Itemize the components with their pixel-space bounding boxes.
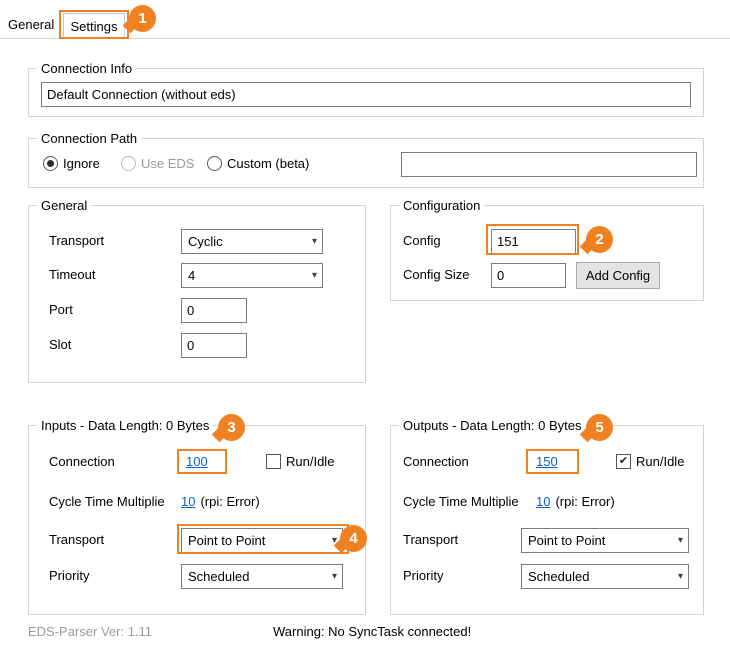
inputs-priority-select[interactable]: Scheduled ▾ [181,564,343,589]
synctask-warning: Warning: No SyncTask connected! [273,624,471,639]
timeout-select[interactable]: 4 ▾ [181,263,323,288]
outputs-transport-select[interactable]: Point to Point ▾ [521,528,689,553]
chevron-down-icon: ▾ [678,571,683,582]
radio-unselected-icon [207,156,222,171]
outputs-priority-value: Scheduled [528,569,589,584]
outputs-run-idle-label: Run/Idle [636,454,684,469]
outputs-group: Outputs - Data Length: 0 Bytes Connectio… [390,425,704,615]
outputs-connection-label: Connection [403,454,469,470]
tab-strip: General Settings [0,0,730,39]
chevron-down-icon: ▾ [678,535,683,546]
outputs-ctm-label: Cycle Time Multiplie [403,494,519,510]
config-label: Config [403,233,441,249]
connection-info-title: Connection Info [37,61,136,76]
port-input[interactable] [181,298,247,323]
outputs-rpi-note: (rpi: Error) [555,494,614,509]
tab-settings[interactable]: Settings [63,13,125,39]
ignore-radio-label: Ignore [63,156,100,171]
ignore-radio[interactable]: Ignore [43,156,100,171]
slot-label: Slot [49,337,71,353]
inputs-group-title: Inputs - Data Length: 0 Bytes [37,418,213,433]
inputs-rpi-link[interactable]: 10 [181,494,195,509]
eds-parser-version: EDS-Parser Ver: 1.11 [28,624,152,639]
inputs-priority-value: Scheduled [188,569,249,584]
custom-path-input[interactable] [401,152,697,177]
custom-beta-radio[interactable]: Custom (beta) [207,156,309,171]
outputs-transport-value: Point to Point [528,533,605,548]
chevron-down-icon: ▾ [312,236,317,247]
connection-info-input[interactable] [41,82,691,107]
outputs-run-idle-checkbox[interactable]: ✔ Run/Idle [616,454,684,469]
add-config-button[interactable]: Add Config [576,262,660,289]
transport-label: Transport [49,233,104,249]
connection-info-group: Connection Info [28,68,704,117]
inputs-connection-label: Connection [49,454,115,470]
inputs-run-idle-checkbox[interactable]: Run/Idle [266,454,334,469]
inputs-priority-label: Priority [49,568,89,584]
callout-1: 1 [129,5,156,32]
callout-3: 3 [218,414,245,441]
configuration-group-title: Configuration [399,198,484,213]
inputs-group: Inputs - Data Length: 0 Bytes Connection… [28,425,366,615]
radio-unselected-icon [121,156,136,171]
radio-selected-icon [43,156,58,171]
use-eds-radio[interactable]: Use EDS [121,156,194,171]
outputs-transport-label: Transport [403,532,458,548]
inputs-transport-label: Transport [49,532,104,548]
callout-4: 4 [340,525,367,552]
outputs-connection-link[interactable]: 150 [536,454,558,469]
settings-dialog: General Settings Connection Info Connect… [0,0,730,647]
callout-5: 5 [586,414,613,441]
connection-path-group: Connection Path Ignore Use EDS Custom (b… [28,138,704,188]
outputs-priority-select[interactable]: Scheduled ▾ [521,564,689,589]
transport-value: Cyclic [188,234,223,249]
add-config-button-label: Add Config [586,268,650,283]
outputs-rpi-link[interactable]: 10 [536,494,550,509]
slot-input[interactable] [181,333,247,358]
checkbox-checked-icon: ✔ [616,454,631,469]
configuration-group: Configuration Config Config Size Add Con… [390,205,704,301]
tab-general[interactable]: General [8,17,54,32]
inputs-ctm-label: Cycle Time Multiplie [49,494,165,510]
chevron-down-icon: ▾ [332,571,337,582]
transport-select[interactable]: Cyclic ▾ [181,229,323,254]
inputs-connection-link[interactable]: 100 [186,454,208,469]
config-size-input[interactable] [491,263,566,288]
chevron-down-icon: ▾ [312,270,317,281]
general-group: General Transport Cyclic ▾ Timeout 4 ▾ P… [28,205,366,383]
general-group-title: General [37,198,91,213]
timeout-value: 4 [188,268,195,283]
config-input[interactable] [491,229,576,254]
use-eds-radio-label: Use EDS [141,156,194,171]
tab-settings-label: Settings [71,19,118,34]
callout-2: 2 [586,226,613,253]
inputs-rpi-note: (rpi: Error) [200,494,259,509]
connection-path-title: Connection Path [37,131,141,146]
custom-beta-radio-label: Custom (beta) [227,156,309,171]
outputs-group-title: Outputs - Data Length: 0 Bytes [399,418,586,433]
checkbox-unchecked-icon [266,454,281,469]
inputs-run-idle-label: Run/Idle [286,454,334,469]
inputs-transport-select[interactable]: Point to Point ▾ [181,528,343,553]
inputs-transport-value: Point to Point [188,533,265,548]
port-label: Port [49,302,73,318]
timeout-label: Timeout [49,267,95,283]
outputs-priority-label: Priority [403,568,443,584]
config-size-label: Config Size [403,267,469,283]
